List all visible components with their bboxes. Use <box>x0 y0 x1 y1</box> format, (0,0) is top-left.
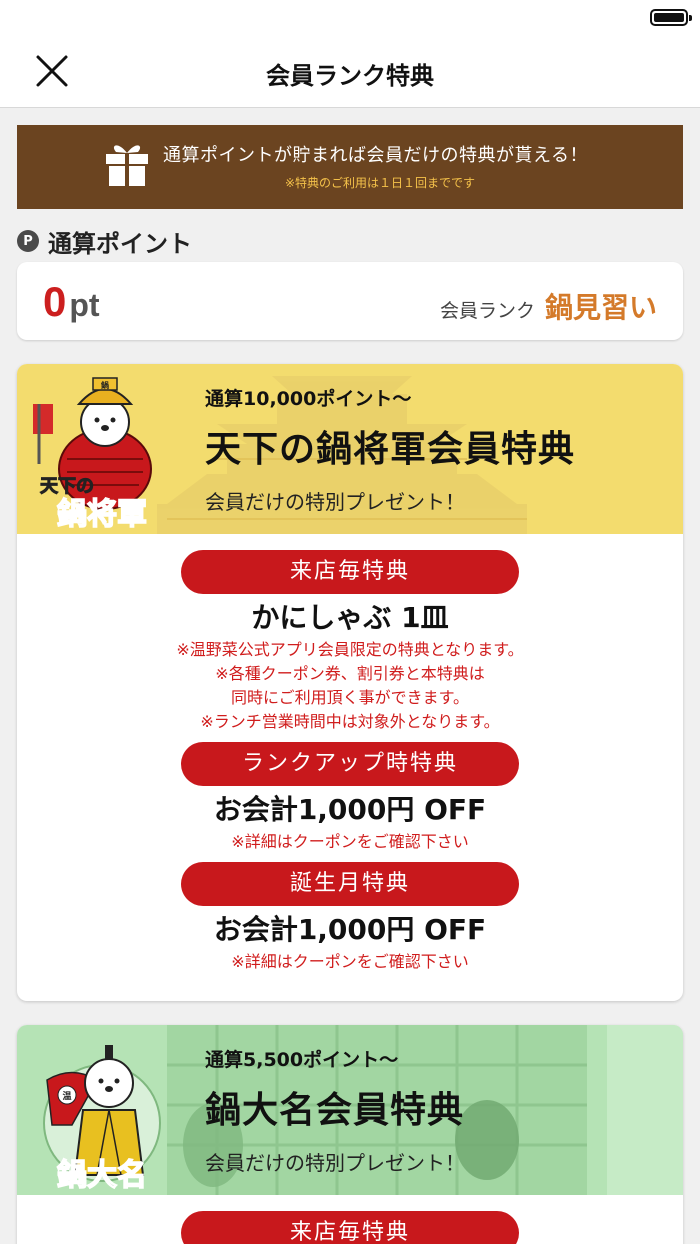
benefit-note: ※各種クーポン券、割引券と本特典は <box>215 664 485 683</box>
benefit-label-button[interactable]: 来店毎特典 <box>181 1211 519 1244</box>
benefit-note: 同時にご利用頂く事ができます。 <box>230 688 470 707</box>
tier-benefits: 来店毎特典 <box>17 1195 683 1244</box>
rank-value: 鍋見習い <box>544 291 657 324</box>
benefit-value: かにしゃぶ 1皿 <box>251 601 449 634</box>
point-badge-icon: P <box>17 230 39 252</box>
tier-requirement: 通算5,500ポイント〜 <box>205 1049 399 1071</box>
benefit-note: ※ランチ営業時間中は対象外となります。 <box>200 712 500 731</box>
tier-subtitle: 会員だけの特別プレゼント！ <box>205 1151 465 1175</box>
points-value: 0 pt <box>43 278 100 326</box>
banner-message: 通算ポイントが貯まれば会員だけの特典が貰える！ <box>163 145 588 166</box>
tier-benefits: 来店毎特典 かにしゃぶ 1皿 ※温野菜公式アプリ会員限定の特典となります。 ※各… <box>17 534 683 1001</box>
points-unit: pt <box>69 287 100 323</box>
battery-icon <box>650 9 692 26</box>
daimyo-mascot: 温 鍋大名 <box>43 1045 161 1194</box>
info-banner: 通算ポイントが貯まれば会員だけの特典が貰える！ ※特典のご利用は１日１回までです <box>17 125 683 209</box>
benefit-item: 来店毎特典 かにしゃぶ 1皿 ※温野菜公式アプリ会員限定の特典となります。 ※各… <box>17 550 683 734</box>
nav-bar: 会員ランク特典 <box>0 34 700 108</box>
svg-text:鍋: 鍋 <box>101 380 109 390</box>
benefit-note: ※詳細はクーポンをご確認下さい <box>231 952 469 971</box>
status-bar <box>0 0 700 34</box>
points-section-header: P 通算ポイント <box>17 224 192 258</box>
tier-subtitle: 会員だけの特別プレゼント！ <box>205 490 465 514</box>
benefit-value: お会計1,000円 OFF <box>213 913 487 946</box>
benefit-item: 来店毎特典 <box>17 1211 683 1244</box>
benefit-label-button[interactable]: 誕生月特典 <box>181 862 519 906</box>
benefit-item: 誕生月特典 お会計1,000円 OFF ※詳細はクーポンをご確認下さい <box>17 862 683 974</box>
shogun-mascot: 鍋 天下の 鍋将軍 <box>33 377 152 533</box>
mascot-text: 鍋大名 <box>57 1158 147 1193</box>
points-number: 0 <box>43 278 67 325</box>
benefit-notes: ※詳細はクーポンをご確認下さい <box>17 830 683 854</box>
tier-requirement: 通算10,000ポイント〜 <box>205 388 412 410</box>
benefit-item: ランクアップ時特典 お会計1,000円 OFF ※詳細はクーポンをご確認下さい <box>17 742 683 854</box>
tier-title: 鍋大名会員特典 <box>205 1089 465 1131</box>
tier-header: 温 鍋大名 通算5,500ポイント〜 鍋大名会員特典 会員だけの特別プレゼント！ <box>17 1025 683 1195</box>
mascot-text-1: 天下の <box>40 476 94 497</box>
benefit-note: ※詳細はクーポンをご確認下さい <box>231 832 469 851</box>
tier-title: 天下の鍋将軍会員特典 <box>205 428 576 470</box>
tier-card-shogun: 鍋 天下の 鍋将軍 通算10,000ポイント〜 天下の鍋将軍会員特典 会員だけの… <box>17 364 683 1001</box>
benefit-value: お会計1,000円 OFF <box>213 793 487 826</box>
tier-header: 鍋 天下の 鍋将軍 通算10,000ポイント〜 天下の鍋将軍会員特典 会員だけの… <box>17 364 683 534</box>
benefit-label-button[interactable]: ランクアップ時特典 <box>181 742 519 786</box>
rank-label: 会員ランク <box>439 300 535 322</box>
member-rank: 会員ランク 鍋見習い <box>440 286 657 326</box>
benefit-notes: ※温野菜公式アプリ会員限定の特典となります。 ※各種クーポン券、割引券と本特典は… <box>17 638 683 734</box>
benefit-label-button[interactable]: 来店毎特典 <box>181 550 519 594</box>
points-section-label: 通算ポイント <box>48 229 192 258</box>
benefit-note: ※温野菜公式アプリ会員限定の特典となります。 <box>176 640 524 659</box>
svg-text:温: 温 <box>62 1090 71 1102</box>
mascot-text-2: 鍋将軍 <box>57 497 147 532</box>
tier-card-daimyo: 温 鍋大名 通算5,500ポイント〜 鍋大名会員特典 会員だけの特別プレゼント！… <box>17 1025 683 1244</box>
points-card: 0 pt 会員ランク 鍋見習い <box>17 262 683 340</box>
benefit-notes: ※詳細はクーポンをご確認下さい <box>17 950 683 974</box>
banner-note: ※特典のご利用は１日１回までです <box>284 176 476 190</box>
page-title: 会員ランク特典 <box>266 62 434 90</box>
